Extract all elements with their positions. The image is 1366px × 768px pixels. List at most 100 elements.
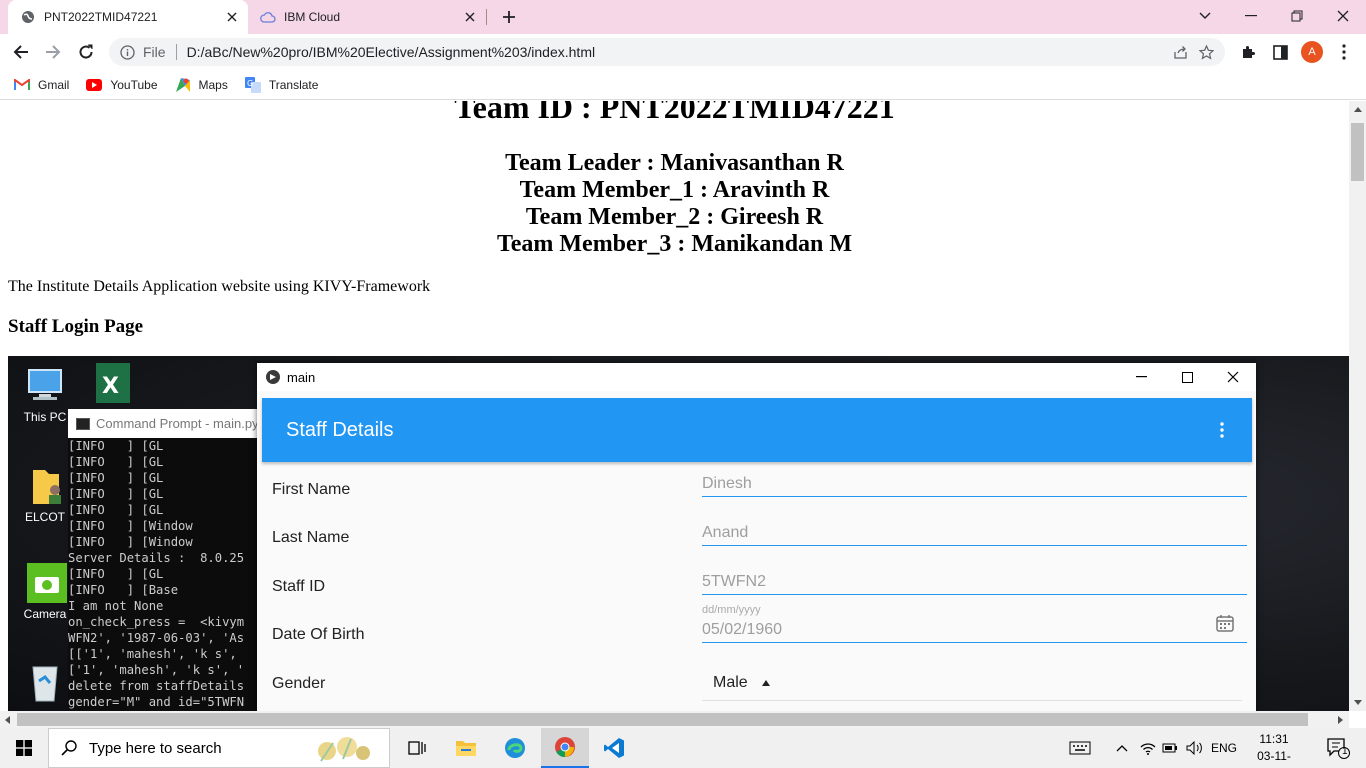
- cmd-line: delete from staffDetails: [68, 679, 245, 693]
- notification-center-icon[interactable]: 1: [1318, 728, 1358, 768]
- kivy-close-icon[interactable]: [1218, 365, 1248, 389]
- url-text[interactable]: D:/aBc/New%20pro/IBM%20Elective/Assignme…: [187, 44, 1167, 60]
- bookmark-star-icon[interactable]: [1193, 39, 1219, 65]
- vertical-scrollbar[interactable]: [1349, 101, 1366, 711]
- side-panel-icon[interactable]: [1267, 39, 1293, 65]
- scroll-up-icon[interactable]: [1354, 107, 1362, 112]
- vscode-icon[interactable]: [590, 728, 638, 768]
- kivy-minimize-icon[interactable]: [1126, 365, 1156, 389]
- extensions-puzzle-icon[interactable]: [1235, 39, 1261, 65]
- bookmark-translate[interactable]: G Translate: [244, 76, 318, 93]
- edge-browser-icon[interactable]: [491, 728, 539, 768]
- windows-start-icon[interactable]: [0, 728, 48, 768]
- computer-icon: [23, 364, 67, 408]
- gender-label: Gender: [272, 675, 326, 692]
- browser-toolbar: File D:/aBc/New%20pro/IBM%20Elective/Ass…: [0, 34, 1366, 70]
- cmd-line: ['1', 'mahesh', 'k s', ': [68, 663, 245, 677]
- bookmark-gmail[interactable]: Gmail: [14, 77, 69, 93]
- back-arrow-icon[interactable]: [8, 39, 34, 65]
- close-window-icon[interactable]: [1330, 4, 1356, 28]
- app-bar-title: Staff Details: [286, 418, 394, 441]
- kivy-maximize-icon[interactable]: [1172, 365, 1202, 389]
- close-tab-icon[interactable]: [460, 7, 480, 27]
- team-member-2: Team Member_2 : Gireesh R: [525, 204, 824, 230]
- bookmark-label: Maps: [198, 77, 228, 92]
- cmd-title-bar[interactable]: Command Prompt - main.py: [68, 409, 268, 438]
- bookmark-youtube[interactable]: YouTube: [86, 77, 158, 93]
- new-tab-icon[interactable]: [499, 7, 519, 27]
- desktop-icon-camera: Camera: [15, 561, 75, 621]
- file-explorer-icon[interactable]: [442, 728, 490, 768]
- cmd-line: [INFO ] [GL: [68, 487, 164, 501]
- clock-time: 11:31: [1259, 732, 1289, 746]
- system-clock[interactable]: 11:31 03-11-2022: [1244, 731, 1304, 768]
- maps-icon: [175, 77, 191, 93]
- bookmark-label: YouTube: [110, 77, 158, 92]
- more-menu-icon[interactable]: [1331, 39, 1357, 65]
- search-highlight-art-icon: [313, 733, 377, 765]
- scheme-label: File: [143, 44, 166, 60]
- bookmark-maps[interactable]: Maps: [175, 77, 228, 93]
- team-id-heading: Team ID : PNT2022TMID47221: [454, 101, 895, 125]
- taskbar-search-box[interactable]: Type here to search: [48, 728, 390, 768]
- cmd-icon: [76, 417, 90, 430]
- dob-input[interactable]: 05/02/1960: [702, 621, 1247, 643]
- gender-dropdown[interactable]: Male: [713, 674, 770, 692]
- address-bar[interactable]: File D:/aBc/New%20pro/IBM%20Elective/Ass…: [109, 38, 1225, 66]
- search-placeholder: Type here to search: [89, 739, 222, 757]
- bookmarks-bar: Gmail YouTube Maps G Translate: [0, 70, 1366, 100]
- scroll-down-icon[interactable]: [1354, 700, 1362, 705]
- info-icon[interactable]: [119, 44, 135, 60]
- language-indicator[interactable]: ENG: [1208, 728, 1240, 768]
- reload-icon[interactable]: [73, 39, 99, 65]
- tab-ibm-cloud[interactable]: IBM Cloud: [248, 0, 486, 34]
- folder-user-icon: [23, 464, 67, 508]
- vertical-scroll-thumb[interactable]: [1351, 123, 1364, 181]
- svg-text:G: G: [247, 79, 253, 88]
- forward-arrow-icon[interactable]: [40, 39, 66, 65]
- volume-icon[interactable]: [1184, 728, 1206, 768]
- kivy-title-bar[interactable]: main: [257, 363, 1256, 391]
- gender-underline: [702, 700, 1242, 701]
- staff-id-input[interactable]: 5TWFN2: [702, 573, 1247, 595]
- horizontal-scrollbar[interactable]: [0, 711, 1349, 728]
- kivy-logo-icon: [266, 370, 280, 384]
- horizontal-scroll-thumb[interactable]: [17, 713, 1308, 726]
- minimize-icon[interactable]: [1238, 4, 1264, 28]
- camera-icon: [23, 561, 67, 605]
- chrome-browser-icon[interactable]: [541, 728, 589, 768]
- tab-pnt2022tmid47221[interactable]: PNT2022TMID47221: [8, 0, 248, 34]
- wifi-icon[interactable]: [1138, 728, 1158, 768]
- cmd-line: I am not None: [68, 599, 164, 613]
- task-view-icon[interactable]: [393, 728, 441, 768]
- calendar-icon[interactable]: [1215, 613, 1237, 635]
- cmd-line: Server Details : 8.0.25: [68, 551, 245, 565]
- cmd-line: [INFO ] [Window: [68, 519, 193, 533]
- restore-icon[interactable]: [1284, 4, 1310, 28]
- scroll-left-icon[interactable]: [5, 716, 10, 724]
- first-name-input[interactable]: Dinesh: [702, 475, 1247, 497]
- cmd-line: [INFO ] [GL: [68, 471, 164, 485]
- tray-chevron-up-icon[interactable]: [1112, 728, 1132, 768]
- screen-keyboard-icon[interactable]: [1066, 728, 1094, 768]
- battery-icon[interactable]: [1160, 728, 1180, 768]
- staff-id-label: Staff ID: [272, 578, 326, 595]
- desktop-icon-this-pc: This PC: [15, 364, 75, 424]
- svg-text:X: X: [102, 374, 119, 399]
- cmd-line: gender="M" and id="5TWFN: [68, 695, 245, 709]
- desktop-icon-excel: X: [90, 361, 130, 407]
- overflow-menu-icon[interactable]: [1218, 420, 1226, 440]
- scroll-right-icon[interactable]: [1338, 716, 1343, 724]
- notification-count: 1: [1342, 746, 1348, 757]
- team-member-3: Team Member_3 : Manikandan M: [496, 231, 853, 257]
- last-name-input[interactable]: Anand: [702, 524, 1247, 546]
- close-tab-icon[interactable]: [222, 7, 242, 27]
- cmd-line: [INFO ] [GL: [68, 439, 164, 453]
- profile-avatar[interactable]: A: [1301, 41, 1323, 63]
- dob-hint: dd/mm/yyyy: [702, 604, 761, 616]
- share-icon[interactable]: [1167, 39, 1193, 65]
- desktop-icon-label: This PC: [23, 410, 67, 424]
- section-title: Staff Login Page: [8, 316, 144, 337]
- kivy-window-title: main: [287, 369, 316, 385]
- tab-search-icon[interactable]: [1192, 4, 1218, 28]
